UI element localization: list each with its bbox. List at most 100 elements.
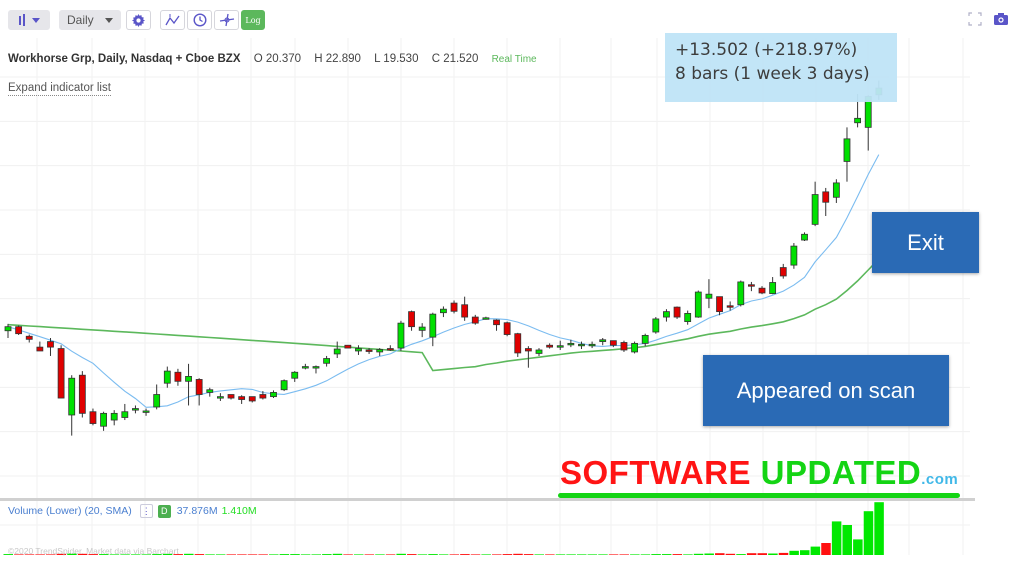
volume-bar <box>428 554 438 555</box>
volume-bar <box>619 554 629 555</box>
candle <box>652 317 660 334</box>
volume-bar <box>651 554 661 555</box>
candle <box>15 325 23 335</box>
candle-body <box>503 322 511 335</box>
candle <box>355 345 362 355</box>
candle-body <box>216 396 224 399</box>
candle-body <box>4 326 12 332</box>
candle-body <box>493 319 500 326</box>
candle <box>248 396 256 403</box>
candle-body <box>344 344 352 349</box>
crosshair-button[interactable] <box>214 10 239 30</box>
exit-callout-label: Exit <box>907 229 944 255</box>
log-scale-label: Log <box>245 15 261 25</box>
candle-body <box>333 348 341 355</box>
volume-bar <box>545 554 555 555</box>
volume-bar <box>332 553 343 555</box>
candle-body <box>705 293 713 299</box>
watermark: SOFTWARE UPDATED.com <box>560 455 958 498</box>
candle <box>535 348 543 356</box>
candle-body <box>578 343 585 347</box>
candle-body <box>270 392 277 398</box>
volume-bar <box>247 554 258 555</box>
volume-bar <box>513 553 523 555</box>
volume-bar <box>205 554 215 555</box>
candle <box>864 95 872 151</box>
volume-bar <box>630 554 640 555</box>
drawing-tools-button[interactable] <box>160 10 185 30</box>
volume-bar <box>874 502 884 555</box>
volume-indicator-label: Volume (Lower) (20, SMA) <box>8 505 132 517</box>
high-value: H 22.890 <box>314 53 361 65</box>
candle <box>748 281 755 292</box>
volume-bar <box>555 554 566 555</box>
candle <box>301 363 309 370</box>
candle <box>514 332 522 357</box>
volume-bar <box>608 554 619 555</box>
candle-body <box>737 281 745 306</box>
candle-body <box>673 306 681 318</box>
watermark-part3: .com <box>921 471 959 488</box>
volume-bar <box>237 554 247 555</box>
candle-body <box>47 341 54 348</box>
volume-bar <box>746 553 757 555</box>
candle-body <box>25 335 33 340</box>
candle <box>790 243 798 269</box>
indicator-menu-button[interactable]: ⋮ <box>139 504 153 518</box>
candle-body <box>280 380 288 391</box>
candle <box>110 410 118 426</box>
candle-body <box>758 287 766 294</box>
volume-bar <box>757 553 768 555</box>
watermark-underline <box>558 493 960 498</box>
candle-body <box>620 342 628 351</box>
volume-bar <box>492 554 502 555</box>
candle-body <box>36 346 44 352</box>
candle-body <box>471 316 479 324</box>
volume-bar <box>258 554 268 555</box>
candle-body <box>291 371 299 379</box>
candle <box>185 363 192 406</box>
volume-bar <box>375 554 385 555</box>
chart-type-dropdown[interactable] <box>8 10 50 30</box>
volume-bar <box>534 554 544 555</box>
snapshot-button[interactable] <box>993 12 1009 31</box>
candle-body <box>142 410 150 413</box>
timeframe-badge: D <box>157 504 171 518</box>
candle <box>493 319 500 331</box>
candle <box>482 316 490 320</box>
candle <box>705 279 713 309</box>
candle <box>641 333 649 347</box>
candle <box>333 341 341 359</box>
candle <box>556 340 564 350</box>
volume-bar <box>385 554 396 555</box>
candle-body <box>57 348 65 399</box>
fullscreen-button[interactable] <box>968 12 982 31</box>
gear-icon <box>132 13 145 27</box>
candle <box>153 384 161 410</box>
timeframe-dropdown[interactable]: Daily <box>59 10 121 30</box>
volume-bar <box>438 554 449 555</box>
low-value: L 19.530 <box>374 53 419 65</box>
candle <box>832 179 840 203</box>
candle <box>270 390 277 399</box>
exit-callout: Exit <box>872 212 979 273</box>
candle-body <box>461 304 469 318</box>
candle-body <box>238 396 246 400</box>
candle <box>163 366 171 388</box>
time-button[interactable] <box>187 10 212 30</box>
candle-body <box>386 348 394 351</box>
candle <box>68 375 76 436</box>
candle <box>323 355 331 367</box>
candle <box>280 379 288 392</box>
log-scale-toggle[interactable]: Log <box>241 10 265 30</box>
volume-bar <box>343 554 353 555</box>
candle <box>418 323 426 338</box>
expand-indicator-list-link[interactable]: Expand indicator list <box>8 82 111 96</box>
volume-bar <box>789 550 799 555</box>
candle <box>4 323 12 339</box>
scan-callout-label: Appeared on scan <box>736 377 916 403</box>
volume-bar <box>322 554 332 555</box>
candle <box>238 395 246 404</box>
candle-body <box>748 284 755 287</box>
settings-button[interactable] <box>126 10 151 30</box>
